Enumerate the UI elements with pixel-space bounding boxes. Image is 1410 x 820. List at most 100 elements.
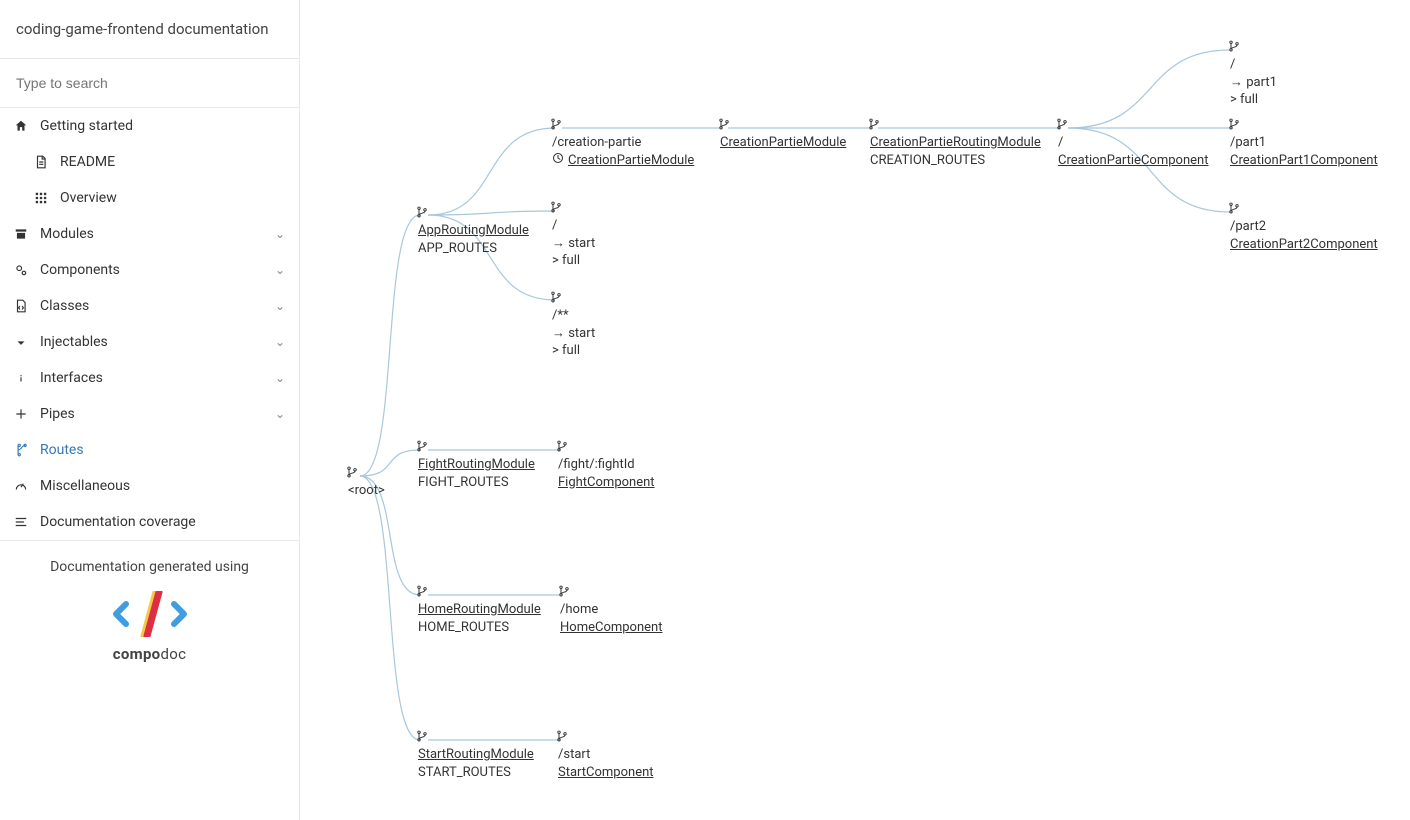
component-link[interactable]: CreationPart2Component xyxy=(1230,237,1378,252)
info-icon xyxy=(14,371,34,385)
routes-const: START_ROUTES xyxy=(418,764,534,782)
nav-misc[interactable]: Miscellaneous xyxy=(0,468,299,504)
file-icon xyxy=(34,155,54,169)
module-link[interactable]: FightRoutingModule xyxy=(418,457,535,472)
routes-const: HOME_ROUTES xyxy=(418,619,541,637)
nav-routes[interactable]: Routes xyxy=(0,432,299,468)
component-link[interactable]: CreationPart1Component xyxy=(1230,153,1378,168)
component-link[interactable]: CreationPartieComponent xyxy=(1058,153,1208,168)
nav-pipes[interactable]: Pipes ⌄ xyxy=(0,396,299,432)
tree-node-part1: /part1 CreationPart1Component xyxy=(1230,122,1378,169)
nav-label: Classes xyxy=(40,298,275,314)
file-code-icon xyxy=(14,299,34,313)
branch-icon xyxy=(416,730,428,742)
routes-const: CREATION_ROUTES xyxy=(870,152,1041,170)
tree-node-home: /home HomeComponent xyxy=(560,589,662,636)
nav-modules[interactable]: Modules ⌄ xyxy=(0,216,299,252)
routes-const: APP_ROUTES xyxy=(418,240,529,258)
component-link[interactable]: StartComponent xyxy=(558,765,654,780)
tree-node-start: /start StartComponent xyxy=(558,734,654,781)
plus-icon xyxy=(14,407,34,421)
nav-label: Injectables xyxy=(40,334,275,350)
routes-tree: <root> AppRoutingModule APP_ROUTES /crea… xyxy=(300,0,1410,820)
nav-label: Pipes xyxy=(40,406,275,422)
module-link[interactable]: CreationPartieModule xyxy=(568,153,694,168)
nav-label: README xyxy=(60,154,285,170)
credit-text: Documentation generated using xyxy=(12,559,287,575)
branch-icon xyxy=(868,118,880,130)
home-icon xyxy=(14,119,34,133)
tree-node-creationpartiemodule: CreationPartieModule xyxy=(720,122,846,152)
chevron-down-icon: ⌄ xyxy=(275,299,285,313)
nav-label: Components xyxy=(40,262,275,278)
module-link[interactable]: CreationPartieModule xyxy=(720,135,846,150)
branch-icon xyxy=(550,291,562,303)
component-link[interactable]: FightComponent xyxy=(558,475,655,490)
tree-node-creationpartiecomponent: / CreationPartieComponent xyxy=(1058,122,1208,169)
route-path: /home xyxy=(560,601,662,619)
logo-bold: compo xyxy=(113,645,161,663)
nav-overview[interactable]: Overview xyxy=(0,180,299,216)
module-link[interactable]: AppRoutingModule xyxy=(418,223,529,238)
route-redirect: → part1 xyxy=(1230,74,1277,92)
route-match: > full xyxy=(552,252,595,270)
app-title: coding-game-frontend documentation xyxy=(0,0,299,59)
route-match: > full xyxy=(1230,91,1277,109)
nav-label: Documentation coverage xyxy=(40,514,285,530)
compodoc-logo-icon xyxy=(112,591,188,637)
nav-classes[interactable]: Classes ⌄ xyxy=(0,288,299,324)
compodoc-logo[interactable]: compodoc xyxy=(12,591,287,663)
route-path: /part1 xyxy=(1230,134,1378,152)
branch-icon xyxy=(550,201,562,213)
route-path: /start xyxy=(558,746,654,764)
logo-light: doc xyxy=(160,645,186,663)
branch-icon xyxy=(1228,40,1240,52)
route-match: > full xyxy=(552,342,595,360)
tree-node-approuting: AppRoutingModule APP_ROUTES xyxy=(418,210,529,257)
archive-icon xyxy=(14,227,34,241)
nav-getting-started[interactable]: Getting started xyxy=(0,108,299,144)
nav-readme[interactable]: README xyxy=(0,144,299,180)
nav-injectables[interactable]: Injectables ⌄ xyxy=(0,324,299,360)
nav-label: Overview xyxy=(60,190,285,206)
route-path: /creation-partie xyxy=(552,134,694,152)
credit-block: Documentation generated using compodoc xyxy=(0,540,299,681)
branch-icon xyxy=(556,730,568,742)
chevron-down-icon: ⌄ xyxy=(275,263,285,277)
route-redirect: → start xyxy=(552,235,595,253)
search-bar xyxy=(0,59,299,108)
module-link[interactable]: HomeRoutingModule xyxy=(418,602,541,617)
route-path: / xyxy=(1230,56,1277,74)
route-path: / xyxy=(552,217,595,235)
route-path: /fight/:fightId xyxy=(558,456,655,474)
node-label: <root> xyxy=(348,482,385,500)
module-link[interactable]: StartRoutingModule xyxy=(418,747,534,762)
tree-node-redirect-root: / → start > full xyxy=(552,205,595,270)
branch-icon xyxy=(346,466,358,478)
sidebar: coding-game-frontend documentation Getti… xyxy=(0,0,300,820)
lazy-icon xyxy=(552,152,564,170)
chevron-down-icon: ⌄ xyxy=(275,371,285,385)
gauge-icon xyxy=(14,479,34,493)
nav-components[interactable]: Components ⌄ xyxy=(0,252,299,288)
tree-node-part2: /part2 CreationPart2Component xyxy=(1230,206,1378,253)
nav-interfaces[interactable]: Interfaces ⌄ xyxy=(0,360,299,396)
search-input[interactable] xyxy=(0,59,299,107)
tree-node-fight: /fight/:fightId FightComponent xyxy=(558,444,655,491)
branch-icon xyxy=(718,118,730,130)
route-path: /part2 xyxy=(1230,218,1378,236)
tree-node-fightrouting: FightRoutingModule FIGHT_ROUTES xyxy=(418,444,535,491)
branch-icon xyxy=(550,118,562,130)
nav-label: Interfaces xyxy=(40,370,275,386)
module-link[interactable]: CreationPartieRoutingModule xyxy=(870,135,1041,150)
route-path: / xyxy=(1058,134,1208,152)
branch-icon xyxy=(1228,118,1240,130)
branch-icon xyxy=(556,440,568,452)
compodoc-wordmark: compodoc xyxy=(113,645,186,663)
nav-coverage[interactable]: Documentation coverage xyxy=(0,504,299,540)
component-link[interactable]: HomeComponent xyxy=(560,620,662,635)
nav: Getting started README Overview Modules … xyxy=(0,108,299,540)
branch-icon xyxy=(558,585,570,597)
chevron-down-icon: ⌄ xyxy=(275,335,285,349)
tree-node-redirect-wildcard: /** → start > full xyxy=(552,295,595,360)
